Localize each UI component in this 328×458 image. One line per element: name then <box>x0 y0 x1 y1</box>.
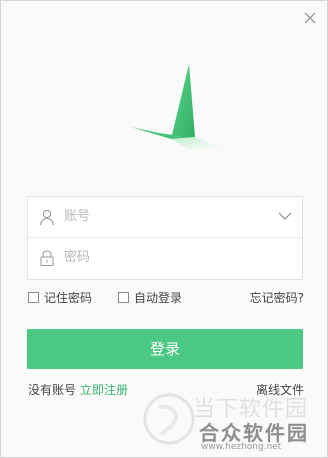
account-input[interactable]: 账号 <box>64 208 90 226</box>
no-account-text: 没有账号 <box>28 383 77 397</box>
user-icon <box>39 209 55 226</box>
chevron-down-icon[interactable] <box>278 210 292 222</box>
app-logo <box>131 64 229 151</box>
remember-password-label[interactable]: 记住密码 <box>44 291 92 305</box>
watermark-logo-icon <box>143 393 195 445</box>
login-form: 账号 密码 <box>27 196 303 280</box>
lock-icon <box>40 250 54 267</box>
password-field[interactable]: 密码 <box>28 238 302 278</box>
auto-login-checkbox[interactable]: 自动登录 <box>118 289 182 307</box>
auto-login-label[interactable]: 自动登录 <box>134 291 182 305</box>
bottom-links: 没有账号 立即注册 离线文件 <box>28 381 304 399</box>
register-link[interactable]: 立即注册 <box>80 383 128 397</box>
watermark-url: www.hezhong.net <box>201 442 282 452</box>
password-input[interactable]: 密码 <box>64 249 90 267</box>
close-icon[interactable] <box>303 11 317 25</box>
remember-password-checkbox[interactable]: 记住密码 <box>28 289 92 307</box>
checkbox-icon[interactable] <box>118 292 129 303</box>
login-options: 记住密码 自动登录 忘记密码? <box>28 289 304 307</box>
watermark-line2: 合众软件园 <box>199 421 309 445</box>
login-window: 账号 密码 记住密码 自动登录 忘记密码? 登录 没有账号立即注册 离线文件 <box>0 0 328 458</box>
checkbox-icon[interactable] <box>28 292 39 303</box>
login-button[interactable]: 登录 <box>27 329 303 369</box>
account-field[interactable]: 账号 <box>28 197 302 238</box>
offline-files-link[interactable]: 离线文件 <box>256 381 304 399</box>
forgot-password-link[interactable]: 忘记密码? <box>250 289 304 307</box>
